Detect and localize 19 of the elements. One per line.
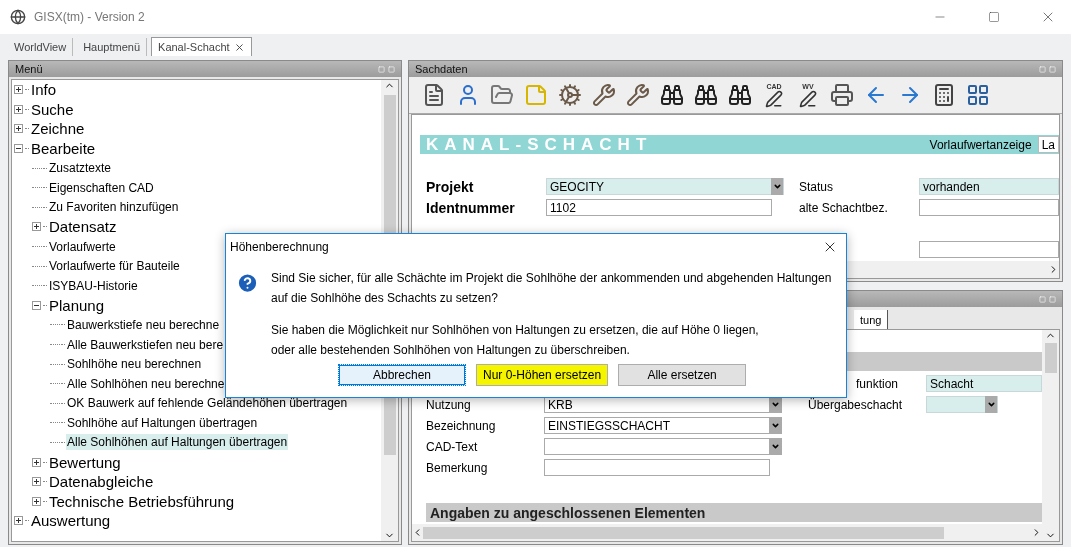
field-label: CAD-Text: [426, 439, 479, 454]
field-label: Nutzung: [426, 397, 472, 412]
field-label: Projekt: [426, 178, 475, 195]
field-label: Status: [799, 179, 835, 194]
field-label: Vorlaufwertanzeige: [929, 137, 1032, 152]
panel-title: Menü: [15, 63, 43, 75]
dialog-message: Sie haben die Möglichkeit nur Sohlhöhen von Haltungen zu ersetzen, die auf Höhe 0 liegen, oder alle bestehenden Sohlhöhen von Haltungen zu überschreiben.: [271, 322, 760, 359]
section-heading: Angaben zu angeschlossenen Elementen: [426, 503, 1042, 522]
field-label: Übergabeschacht: [808, 397, 904, 412]
field-label: Identnummer: [426, 199, 516, 216]
dialog-title: Höhenberechnung: [230, 240, 329, 254]
form-title: KANAL-SCHACHT: [425, 134, 653, 155]
field-label: Bemerkung: [426, 460, 489, 475]
field-label: Bezeichnung: [426, 418, 497, 433]
field-label: alte Schachtbez.: [799, 200, 889, 215]
panel-title: Sachdaten: [415, 63, 468, 75]
window-title: GISX(tm) - Version 2: [34, 10, 146, 24]
dialog-message: Sind Sie sicher, für alle Schächte im Projekt die Sohlhöhe der ankommenden und abgehenden Haltungen auf die Sohlhöhe des Schachts zu setzen?: [271, 270, 833, 307]
field-label: funktion: [854, 376, 899, 391]
